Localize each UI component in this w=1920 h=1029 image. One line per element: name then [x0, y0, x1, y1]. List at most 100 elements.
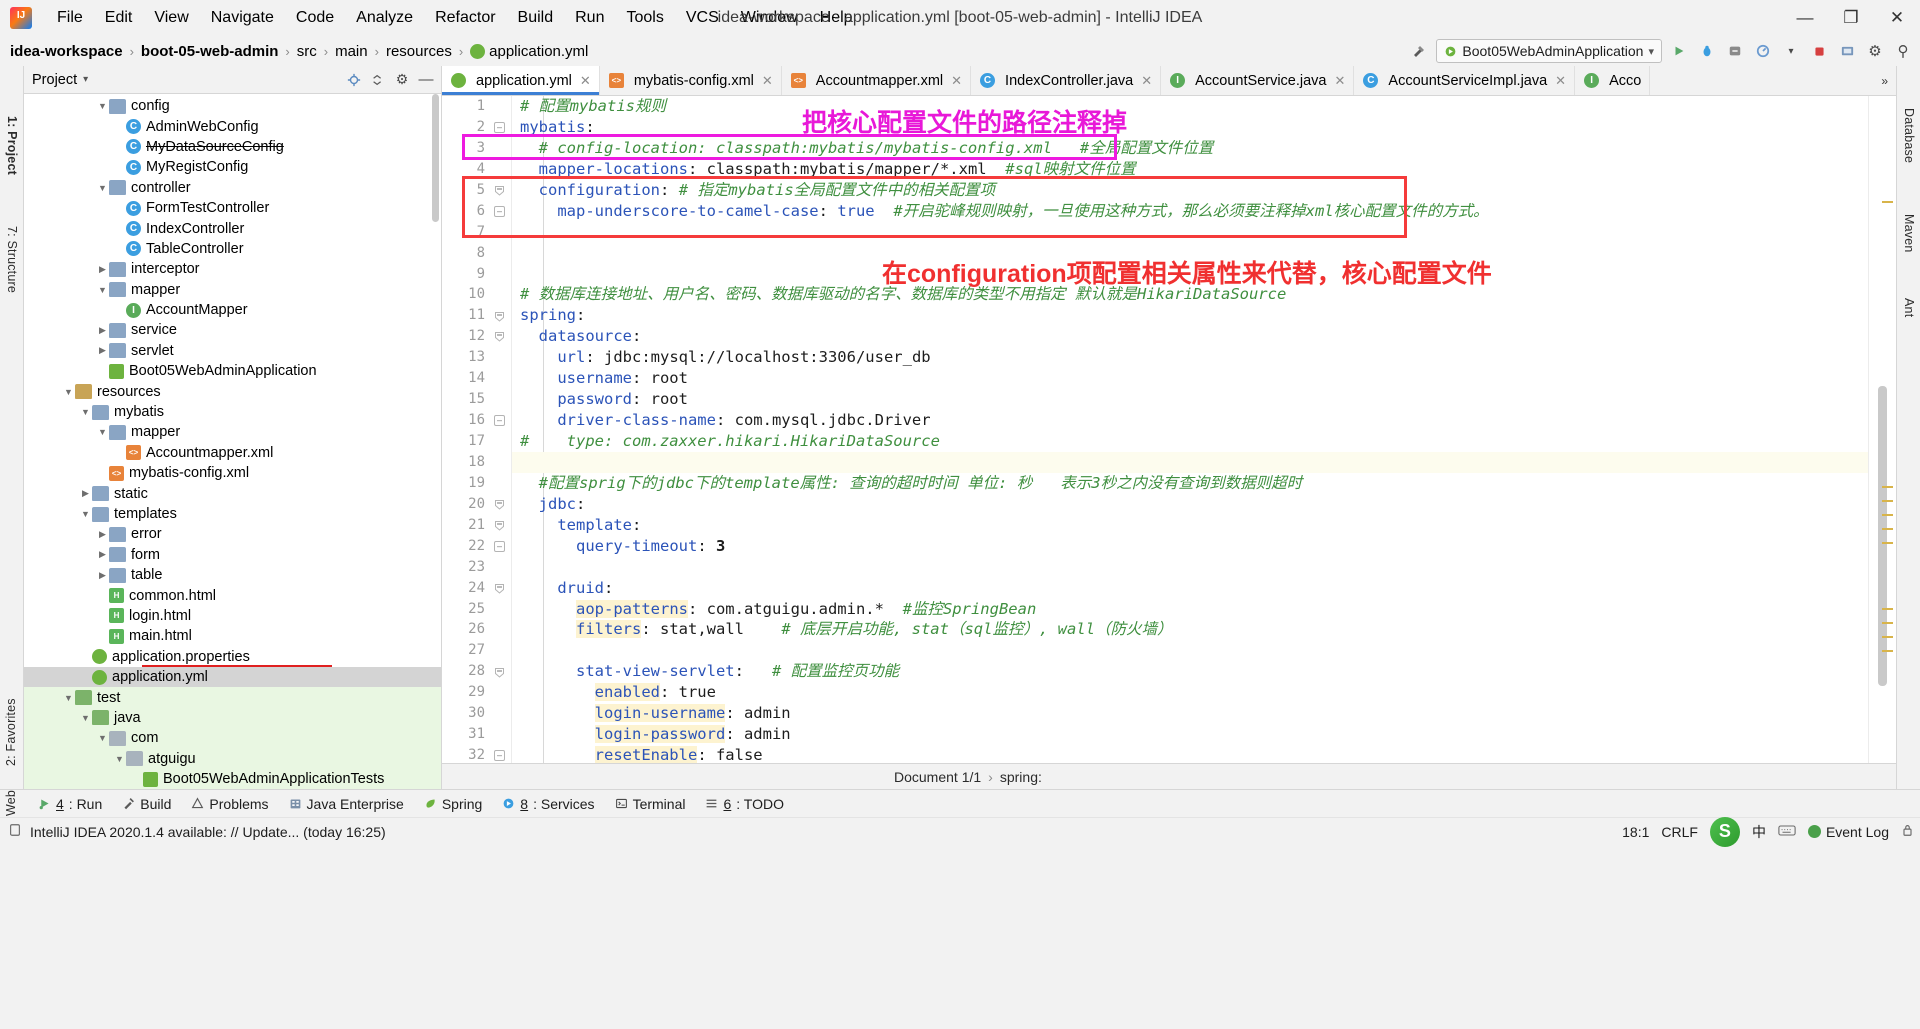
chevron-down-icon[interactable]	[96, 183, 109, 193]
code-line[interactable]	[512, 222, 1868, 243]
search-icon[interactable]: ⚲	[1892, 40, 1914, 62]
debug-bug-icon[interactable]	[1696, 40, 1718, 62]
notification-icon[interactable]	[8, 823, 22, 840]
chevron-right-icon[interactable]	[96, 549, 109, 560]
menu-tools[interactable]: Tools	[615, 6, 674, 30]
tree-item-resources[interactable]: resources	[24, 381, 441, 401]
editor-tabs-overflow-icon[interactable]: »	[1873, 66, 1896, 95]
menu-file[interactable]: File	[46, 6, 94, 30]
run-configuration-selector[interactable]: Boot05WebAdminApplication ▾	[1436, 39, 1662, 63]
toolwindow-javaenterprise[interactable]: Java Enterprise	[281, 794, 412, 814]
tree-item-atguigu[interactable]: atguigu	[24, 749, 441, 769]
tree-item-servlet[interactable]: servlet	[24, 341, 441, 361]
marker-pane[interactable]	[1868, 96, 1896, 763]
tree-item-controller[interactable]: controller	[24, 178, 441, 198]
chevron-down-icon[interactable]	[79, 407, 92, 417]
breadcrumb-item[interactable]: resources	[386, 43, 452, 60]
sidebar-item-project[interactable]: 1: Project	[5, 116, 19, 175]
update-icon[interactable]	[1836, 40, 1858, 62]
code-line[interactable]: # 配置mybatis规则	[512, 96, 1868, 117]
tree-item-form[interactable]: form	[24, 545, 441, 565]
editor-tab-mybatis-config-xml[interactable]: <>mybatis-config.xml✕	[600, 66, 782, 95]
tree-item-mybatis-config-xml[interactable]: <>mybatis-config.xml	[24, 463, 441, 483]
code-line[interactable]: stat-view-servlet: # 配置监控页功能	[512, 661, 1868, 682]
tree-item-error[interactable]: error	[24, 524, 441, 544]
hide-panel-icon[interactable]: —	[415, 69, 437, 91]
editor-gutter[interactable]: 12–3456–78910111213141516–171819202122–2…	[442, 96, 512, 763]
code-line[interactable]	[512, 264, 1868, 285]
caret-position[interactable]: 18:1	[1622, 824, 1649, 840]
line-separator[interactable]: CRLF	[1661, 824, 1698, 840]
code-line[interactable]: configuration: # 指定mybatis全局配置文件中的相关配置项	[512, 180, 1868, 201]
close-button[interactable]: ✕	[1874, 0, 1920, 36]
fold-end-icon[interactable]: –	[494, 750, 505, 761]
code-line[interactable]: query-timeout: 3	[512, 536, 1868, 557]
menu-run[interactable]: Run	[564, 6, 615, 30]
code-line[interactable]: filters: stat,wall # 底层开启功能, stat（sql监控）…	[512, 619, 1868, 640]
code-line[interactable]: # 数据库连接地址、用户名、密码、数据库驱动的名字、数据库的类型不用指定 默认就…	[512, 284, 1868, 305]
close-icon[interactable]: ✕	[762, 73, 773, 89]
code-line[interactable]	[512, 557, 1868, 578]
code-line[interactable]: aop-patterns: com.atguigu.admin.* #监控Spr…	[512, 599, 1868, 620]
menu-analyze[interactable]: Analyze	[345, 6, 424, 30]
stop-icon[interactable]	[1808, 40, 1830, 62]
breadcrumb-item[interactable]: application.yml	[489, 43, 588, 60]
collapse-all-icon[interactable]	[367, 69, 389, 91]
tree-item-boot05webadminapplication[interactable]: Boot05WebAdminApplication	[24, 361, 441, 381]
chevron-down-icon[interactable]	[113, 754, 126, 764]
settings-gear-icon[interactable]: ⚙	[1864, 40, 1886, 62]
chevron-down-icon-profile[interactable]: ▾	[1780, 40, 1802, 62]
editor-scrollbar[interactable]	[1878, 386, 1887, 686]
menu-view[interactable]: View	[143, 6, 199, 30]
profile-icon[interactable]	[1752, 40, 1774, 62]
sidebar-item-maven[interactable]: Maven	[1902, 214, 1916, 253]
code-line[interactable]: jdbc:	[512, 494, 1868, 515]
tree-item-com[interactable]: com	[24, 728, 441, 748]
ime-indicator-icon[interactable]: S	[1710, 817, 1740, 847]
code-line[interactable]: #配置sprig下的jdbc下的template属性: 查询的超时时间 单位: …	[512, 473, 1868, 494]
tree-item-static[interactable]: static	[24, 483, 441, 503]
sidebar-item-structure[interactable]: 7: Structure	[5, 226, 19, 293]
chevron-down-icon[interactable]	[62, 387, 75, 397]
tree-item-mapper[interactable]: mapper	[24, 422, 441, 442]
close-icon[interactable]: ✕	[1335, 73, 1346, 89]
menu-code[interactable]: Code	[285, 6, 345, 30]
fold-collapse-icon[interactable]	[494, 311, 505, 322]
sidebar-item-ant[interactable]: Ant	[1902, 298, 1916, 317]
tree-item-accountmapper[interactable]: IAccountMapper	[24, 300, 441, 320]
code-line[interactable]: # type: com.zaxxer.hikari.HikariDataSour…	[512, 431, 1868, 452]
breadcrumb-item[interactable]: main	[335, 43, 368, 60]
toolwindow-services[interactable]: 8: Services	[494, 794, 602, 814]
fold-collapse-icon[interactable]	[494, 185, 505, 196]
breadcrumb-item[interactable]: idea-workspace	[10, 43, 123, 60]
locate-icon[interactable]	[343, 69, 365, 91]
code-line[interactable]: url: jdbc:mysql://localhost:3306/user_db	[512, 347, 1868, 368]
fold-end-icon[interactable]: –	[494, 122, 505, 133]
toolwindow-terminal[interactable]: Terminal	[607, 794, 694, 814]
toolwindow-spring[interactable]: Spring	[416, 794, 490, 814]
coverage-icon[interactable]	[1724, 40, 1746, 62]
tree-item-main-html[interactable]: Hmain.html	[24, 626, 441, 646]
code-line[interactable]: druid:	[512, 578, 1868, 599]
tree-item-templates[interactable]: templates	[24, 504, 441, 524]
tree-item-formtestcontroller[interactable]: CFormTestController	[24, 198, 441, 218]
fold-collapse-icon[interactable]	[494, 499, 505, 510]
code-line[interactable]: password: root	[512, 389, 1868, 410]
editor-tab-application-yml[interactable]: application.yml✕	[442, 66, 600, 95]
project-tree[interactable]: configCAdminWebConfigCMyDataSourceConfig…	[24, 94, 441, 789]
chevron-right-icon[interactable]	[96, 345, 109, 356]
ime-language[interactable]: 中	[1752, 822, 1766, 842]
close-icon[interactable]: ✕	[1555, 73, 1566, 89]
editor-tab-accountservice-java[interactable]: IAccountService.java✕	[1161, 66, 1354, 95]
code-line[interactable]: mapper-locations: classpath:mybatis/mapp…	[512, 159, 1868, 180]
tree-item-service[interactable]: service	[24, 320, 441, 340]
breadcrumb-item[interactable]: boot-05-web-admin	[141, 43, 279, 60]
menu-window[interactable]: Window	[730, 6, 809, 30]
code-line[interactable]: username: root	[512, 368, 1868, 389]
chevron-right-icon[interactable]	[96, 325, 109, 336]
chevron-down-icon[interactable]	[79, 509, 92, 519]
editor-tab-acco[interactable]: IAcco	[1575, 66, 1650, 95]
fold-end-icon[interactable]: –	[494, 415, 505, 426]
chevron-down-icon[interactable]	[96, 285, 109, 295]
tree-item-application-yml[interactable]: application.yml	[24, 667, 441, 687]
